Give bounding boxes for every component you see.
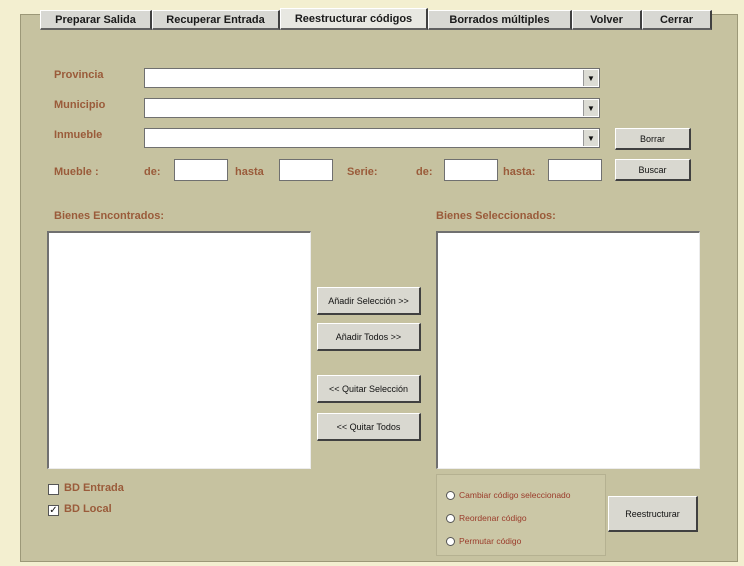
serie-hasta-input[interactable] <box>548 159 602 181</box>
option-cambiar-radio[interactable] <box>446 491 455 500</box>
bd-entrada-label: BD Entrada <box>64 482 124 494</box>
restructure-button[interactable]: Reestructurar <box>608 496 698 532</box>
tab-preparar-salida[interactable]: Preparar Salida <box>40 10 152 30</box>
serie-de-label: de: <box>416 166 433 178</box>
tab-reestructurar-codigos[interactable]: Reestructurar códigos <box>280 8 428 30</box>
inmueble-select[interactable]: ▼ <box>144 128 600 148</box>
option-permutar-label: Permutar código <box>459 536 522 546</box>
bd-entrada-checkbox[interactable] <box>48 484 59 495</box>
mueble-de-label: de: <box>144 166 161 178</box>
tab-volver[interactable]: Volver <box>572 10 642 30</box>
tab-cerrar[interactable]: Cerrar <box>642 10 712 30</box>
found-list-label: Bienes Encontrados: <box>54 210 165 222</box>
remove-selection-button[interactable]: << Quitar Selección <box>317 375 421 403</box>
option-reordenar-radio[interactable] <box>446 514 455 523</box>
serie-de-input[interactable] <box>444 159 498 181</box>
mueble-de-input[interactable] <box>174 159 228 181</box>
municipio-select[interactable]: ▼ <box>144 98 600 118</box>
mueble-hasta-input[interactable] <box>279 159 333 181</box>
bd-local-checkbox[interactable]: ✓ <box>48 505 59 516</box>
add-all-button[interactable]: Añadir Todos >> <box>317 323 421 351</box>
municipio-label: Municipio <box>54 99 106 111</box>
chevron-down-icon[interactable]: ▼ <box>583 130 598 146</box>
tab-recuperar-entrada[interactable]: Recuperar Entrada <box>152 10 280 30</box>
tab-borrados-multiples[interactable]: Borrados múltiples <box>428 10 572 30</box>
provincia-label: Provincia <box>54 69 104 81</box>
serie-hasta-label: hasta: <box>503 166 536 178</box>
remove-all-button[interactable]: << Quitar Todos <box>317 413 421 441</box>
borrar-button[interactable]: Borrar <box>615 128 691 150</box>
mueble-label: Mueble : <box>54 166 99 178</box>
buscar-button[interactable]: Buscar <box>615 159 691 181</box>
chevron-down-icon[interactable]: ▼ <box>583 100 598 116</box>
chevron-down-icon[interactable]: ▼ <box>583 70 598 86</box>
found-list[interactable] <box>47 231 311 469</box>
selected-list-label: Bienes Seleccionados: <box>436 210 556 222</box>
option-cambiar-label: Cambiar código seleccionado <box>459 490 571 500</box>
inmueble-label: Inmueble <box>54 129 103 141</box>
check-mark-icon: ✓ <box>49 505 58 516</box>
selected-list[interactable] <box>436 231 700 469</box>
bd-local-label: BD Local <box>64 503 112 515</box>
option-reordenar-label: Reordenar código <box>459 513 527 523</box>
provincia-select[interactable]: ▼ <box>144 68 600 88</box>
option-permutar-radio[interactable] <box>446 537 455 546</box>
mueble-hasta-label: hasta <box>235 166 264 178</box>
add-selection-button[interactable]: Añadir Selección >> <box>317 287 421 315</box>
serie-label: Serie: <box>347 166 378 178</box>
